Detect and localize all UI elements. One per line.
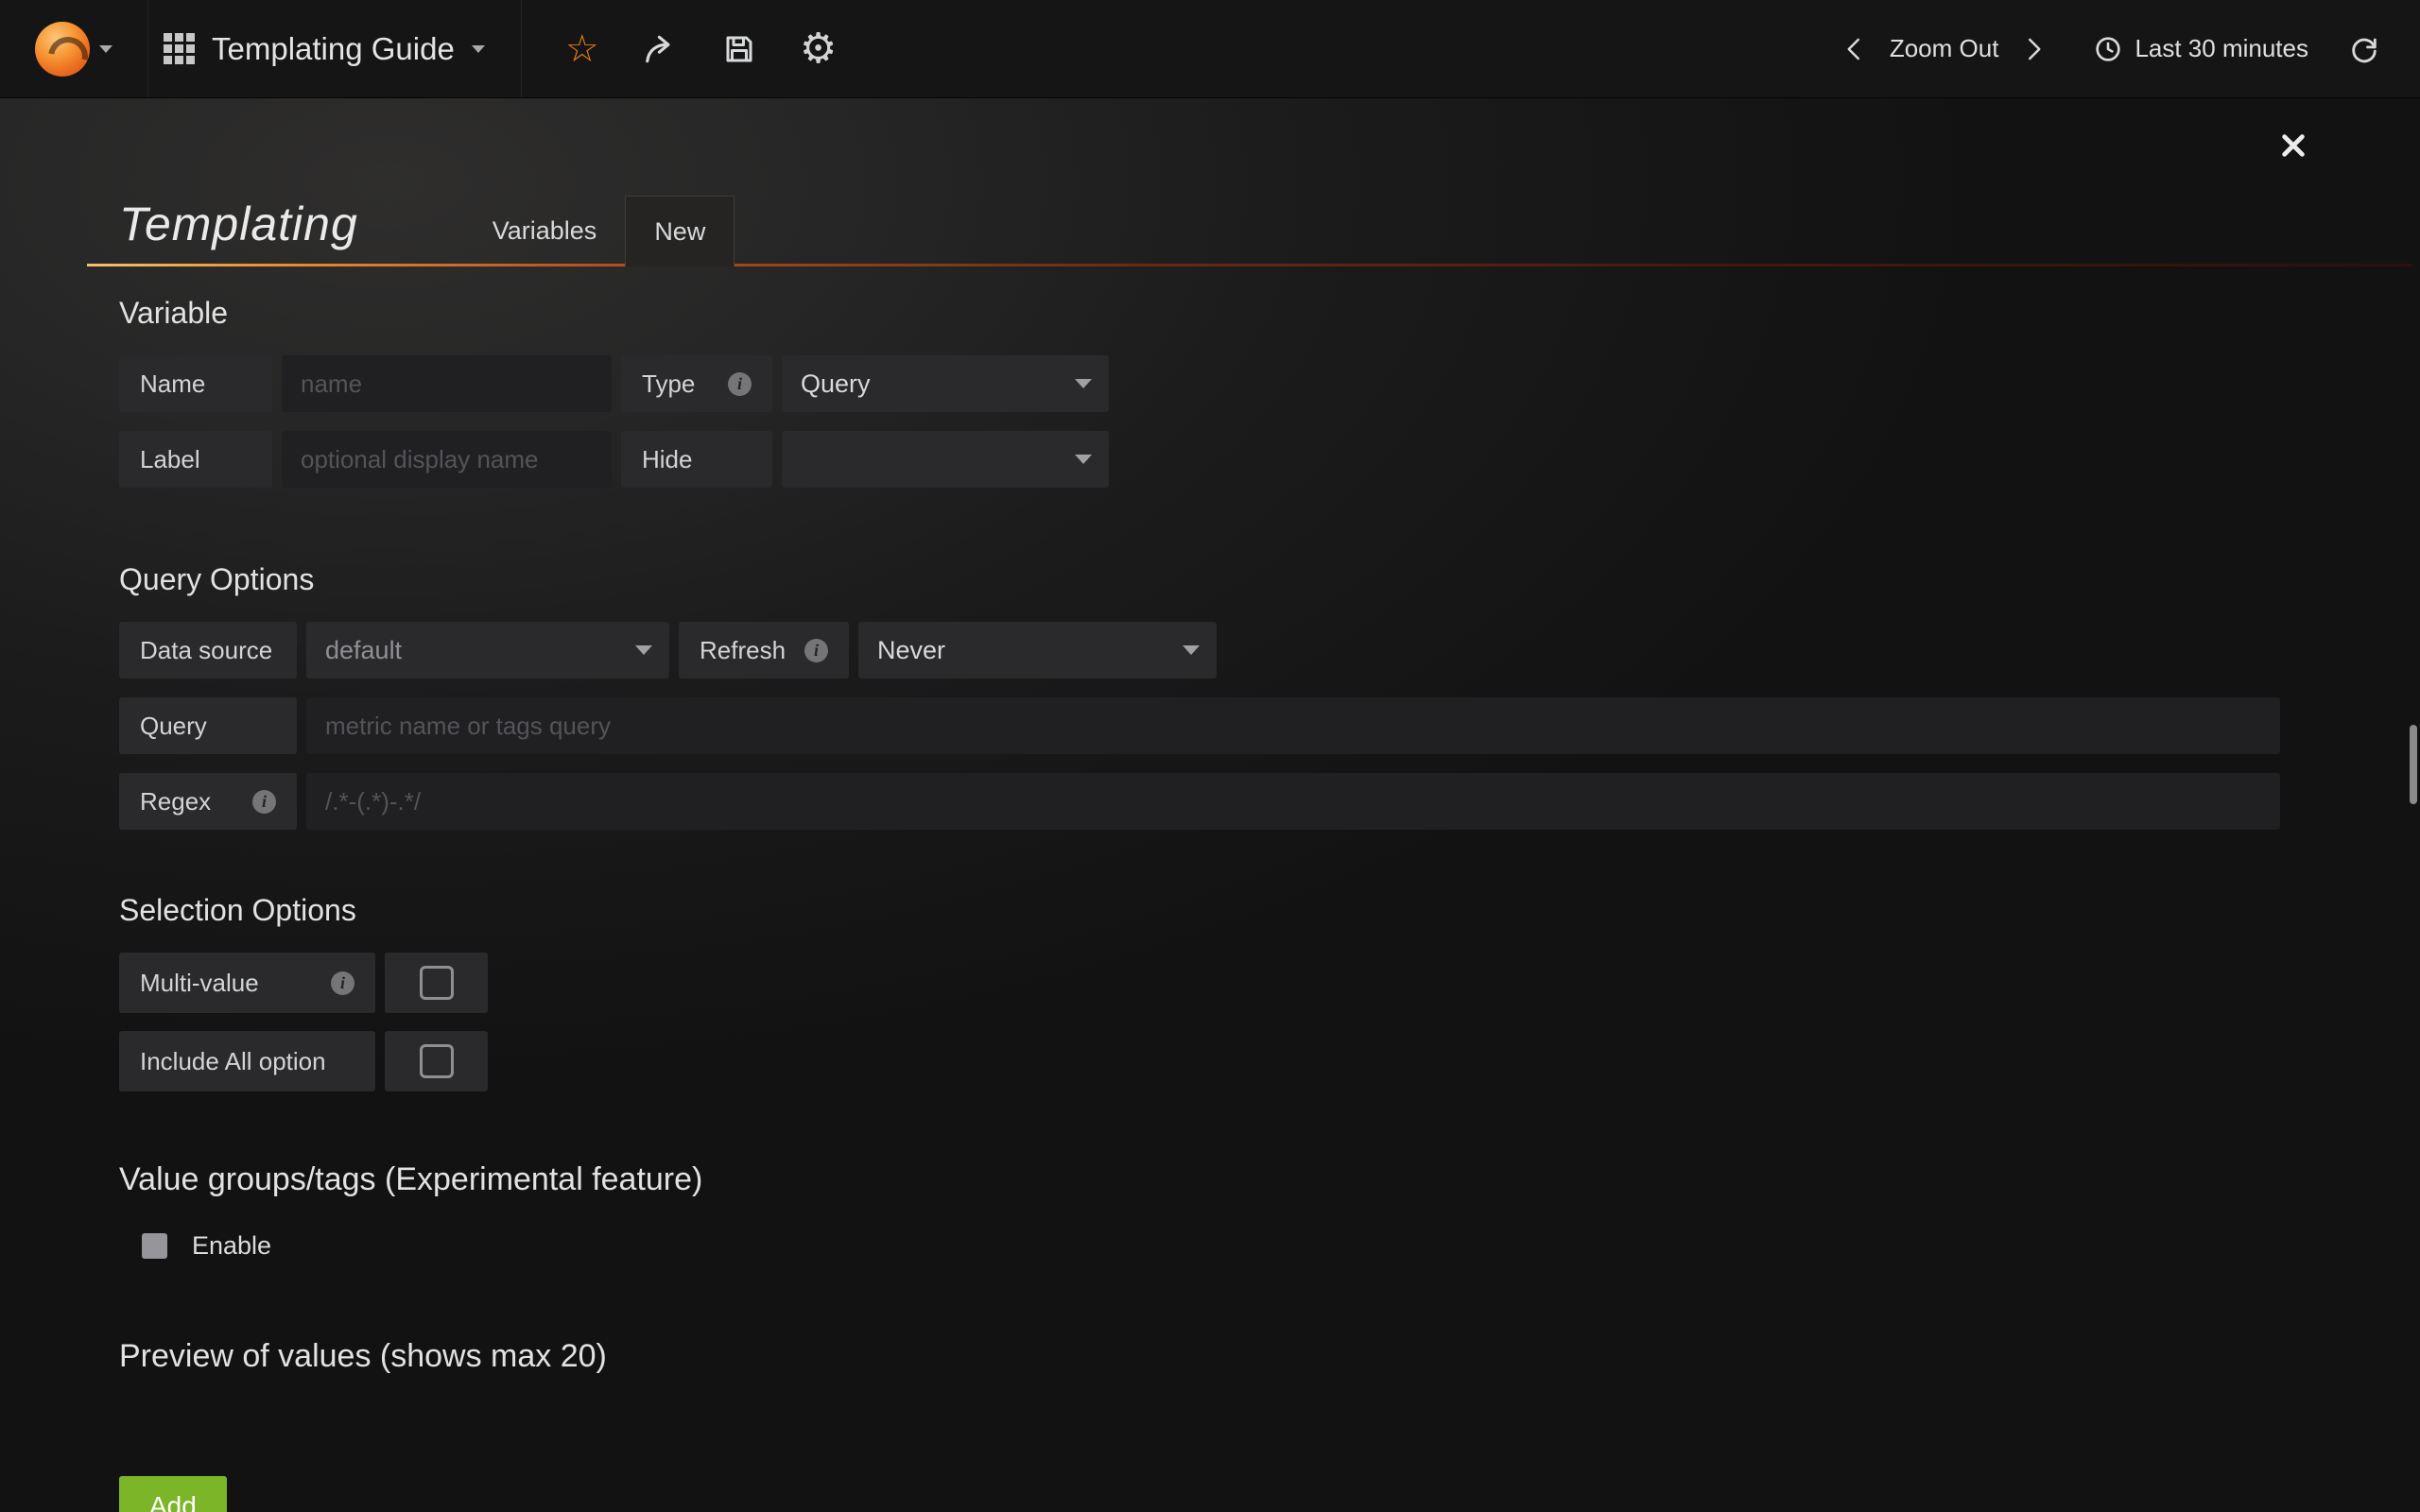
hide-label: Hide bbox=[621, 431, 772, 488]
refresh-icon bbox=[2348, 33, 2380, 65]
hide-select[interactable] bbox=[782, 431, 1109, 488]
include-all-row: Include All option bbox=[119, 1031, 2420, 1091]
dashboard-settings-button[interactable]: ⚙ bbox=[800, 28, 837, 70]
type-label: Type i bbox=[621, 355, 772, 412]
include-all-label: Include All option bbox=[119, 1031, 375, 1091]
query-options-row-1: Data source default Refresh i Never bbox=[119, 622, 2420, 679]
star-icon: ☆ bbox=[565, 30, 599, 68]
multi-value-row: Multi-value i bbox=[119, 953, 2420, 1013]
dashboard-title: Templating Guide bbox=[212, 31, 455, 67]
top-navbar: Templating Guide ☆ ⚙ bbox=[0, 0, 2420, 98]
form-sections: Variable Name Type i Query Label bbox=[0, 295, 2420, 1512]
gear-icon: ⚙ bbox=[800, 28, 837, 70]
enable-row: Enable bbox=[142, 1231, 2420, 1261]
regex-label: Regex i bbox=[119, 773, 297, 830]
name-input[interactable] bbox=[282, 355, 612, 412]
checkbox-unchecked-icon bbox=[420, 966, 454, 1000]
tab-variables[interactable]: Variables bbox=[464, 196, 626, 266]
tabs: Variables New bbox=[464, 196, 735, 266]
section-selection-options: Selection Options Multi-value i Include … bbox=[119, 892, 2420, 1091]
clock-icon bbox=[2093, 34, 2123, 64]
header-underline bbox=[87, 264, 2412, 266]
select-caret-icon bbox=[1183, 645, 1200, 655]
star-dashboard-button[interactable]: ☆ bbox=[565, 30, 599, 68]
share-icon bbox=[643, 31, 679, 67]
chevron-down-icon bbox=[472, 45, 485, 53]
chevron-right-icon bbox=[2019, 35, 2048, 63]
variable-heading: Variable bbox=[119, 295, 2420, 331]
time-shift-back-button[interactable] bbox=[1841, 35, 1869, 63]
templating-editor: Templating Variables New Variable Name bbox=[0, 98, 2420, 1512]
query-options-heading: Query Options bbox=[119, 561, 2420, 597]
query-label: Query bbox=[119, 697, 297, 754]
page-header: Templating Variables New bbox=[0, 98, 2420, 266]
tab-new[interactable]: New bbox=[625, 196, 735, 266]
time-range-picker[interactable]: Last 30 minutes bbox=[2093, 34, 2308, 64]
refresh-label: Refresh i bbox=[679, 622, 849, 679]
variable-row-2: Label Hide bbox=[119, 431, 2420, 488]
section-variable: Variable Name Type i Query Label bbox=[119, 295, 2420, 488]
refresh-button[interactable] bbox=[2348, 33, 2380, 65]
close-button[interactable] bbox=[2278, 130, 2308, 163]
add-button[interactable]: Add bbox=[119, 1476, 227, 1512]
navbar-actions: ☆ ⚙ bbox=[522, 28, 837, 70]
variable-row-1: Name Type i Query bbox=[119, 355, 2420, 412]
select-caret-icon bbox=[635, 645, 652, 655]
grafana-menu-button[interactable] bbox=[0, 0, 147, 97]
data-source-select[interactable]: default bbox=[306, 622, 669, 679]
regex-row: Regex i bbox=[119, 773, 2420, 830]
refresh-info-icon[interactable]: i bbox=[804, 639, 828, 662]
label-input[interactable] bbox=[282, 431, 612, 488]
section-query-options: Query Options Data source default Refres… bbox=[119, 561, 2420, 830]
dashboard-grid-icon bbox=[164, 33, 195, 64]
refresh-select[interactable]: Never bbox=[858, 622, 1217, 679]
page-title: Templating bbox=[119, 197, 358, 251]
multi-value-checkbox[interactable] bbox=[385, 953, 488, 1013]
grafana-app: Templating Guide ☆ ⚙ bbox=[0, 0, 2420, 1512]
save-dashboard-button[interactable] bbox=[722, 32, 756, 66]
checkbox-unchecked-icon bbox=[420, 1044, 454, 1078]
select-caret-icon bbox=[1075, 455, 1092, 464]
share-dashboard-button[interactable] bbox=[643, 31, 679, 67]
multi-value-info-icon[interactable]: i bbox=[331, 971, 354, 995]
time-controls: Zoom Out Last 30 minutes bbox=[1841, 33, 2420, 65]
selection-options-heading: Selection Options bbox=[119, 892, 2420, 928]
name-label: Name bbox=[119, 355, 272, 412]
time-shift-forward-button[interactable] bbox=[2019, 35, 2048, 63]
type-info-icon[interactable]: i bbox=[728, 372, 752, 396]
preview-heading: Preview of values (shows max 20) bbox=[119, 1338, 2420, 1374]
save-icon bbox=[722, 32, 756, 66]
enable-checkbox[interactable] bbox=[142, 1233, 167, 1259]
regex-input[interactable] bbox=[306, 773, 2280, 830]
close-icon bbox=[2278, 130, 2308, 161]
scrollbar-thumb[interactable] bbox=[2410, 725, 2417, 804]
enable-label: Enable bbox=[192, 1231, 271, 1261]
grafana-logo-icon bbox=[35, 22, 90, 77]
include-all-checkbox[interactable] bbox=[385, 1031, 488, 1091]
section-value-groups: Value groups/tags (Experimental feature)… bbox=[119, 1161, 2420, 1261]
query-row: Query bbox=[119, 697, 2420, 754]
multi-value-label: Multi-value i bbox=[119, 953, 375, 1013]
chevron-down-icon bbox=[99, 45, 112, 53]
select-caret-icon bbox=[1075, 379, 1092, 388]
time-range-label: Last 30 minutes bbox=[2135, 34, 2308, 63]
value-groups-heading: Value groups/tags (Experimental feature) bbox=[119, 1161, 2420, 1197]
query-input[interactable] bbox=[306, 697, 2280, 754]
data-source-label: Data source bbox=[119, 622, 297, 679]
regex-info-icon[interactable]: i bbox=[252, 790, 276, 814]
label-label: Label bbox=[119, 431, 272, 488]
section-preview: Preview of values (shows max 20) Add bbox=[119, 1338, 2420, 1512]
zoom-out-button[interactable]: Zoom Out bbox=[1890, 34, 1999, 63]
chevron-left-icon bbox=[1841, 35, 1869, 63]
type-select[interactable]: Query bbox=[782, 355, 1109, 412]
dashboard-picker[interactable]: Templating Guide bbox=[147, 0, 522, 97]
